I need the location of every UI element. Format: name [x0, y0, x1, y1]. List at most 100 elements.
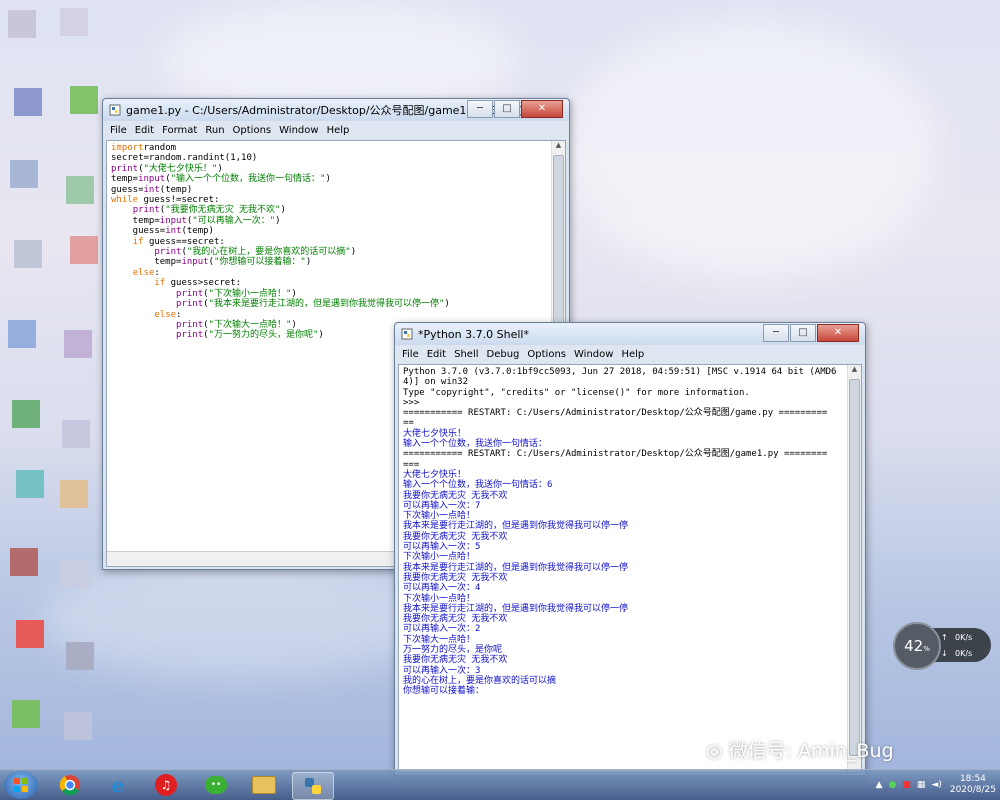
- wallpaper-cloud: [40, 560, 440, 680]
- start-button[interactable]: [4, 771, 38, 799]
- percent-unit: %: [923, 645, 930, 653]
- shell-output-line: 下次输小一点哈！: [403, 552, 476, 563]
- code-line: importrandom: [111, 143, 177, 153]
- shell-output-line: 可以再输入一次：3: [403, 665, 481, 676]
- close-button[interactable]: ✕: [817, 324, 859, 342]
- shell-output-line: 大佬七夕快乐！: [403, 428, 467, 439]
- shell-window[interactable]: *Python 3.7.0 Shell* ─ □ ✕ File Edit Shell…: [394, 322, 866, 776]
- shell-output-line: 下次输小一点哈！: [403, 593, 476, 604]
- minimize-button[interactable]: ─: [467, 100, 493, 118]
- shell-output-line: 可以再输入一次：7: [403, 500, 481, 511]
- python-shell-icon: [401, 328, 413, 340]
- code-line: if guess>secret:: [154, 278, 242, 289]
- show-hidden-icons-icon[interactable]: ▲: [876, 780, 883, 790]
- shell-output-line: =========== RESTART: C:/Users/Administra…: [403, 449, 828, 460]
- minimize-button[interactable]: ─: [763, 324, 789, 342]
- shell-menu-help[interactable]: Help: [621, 349, 644, 360]
- shell-output-line: 下次输小一点哈！: [403, 511, 476, 522]
- shell-output-line: 大佬七夕快乐！: [403, 469, 467, 480]
- netease-music-icon[interactable]: ♫: [146, 772, 186, 798]
- code-line: secret=random.randint(1,10): [111, 153, 258, 164]
- shell-output-line: 我的心在树上，要是你喜欢的话可以摘: [403, 675, 557, 686]
- download-unit: K/s: [960, 649, 973, 658]
- code-line: else:: [154, 309, 182, 320]
- shell-title: *Python 3.7.0 Shell*: [418, 327, 529, 341]
- shell-titlebar[interactable]: *Python 3.7.0 Shell* ─ □ ✕: [395, 323, 865, 345]
- maximize-button[interactable]: □: [494, 100, 520, 118]
- shell-menu-file[interactable]: File: [402, 349, 419, 360]
- code-line: print("我要你无病无灾 无我不欢"): [132, 205, 286, 216]
- download-arrow-icon: ↓: [941, 649, 948, 658]
- clock-date: 2020/8/25: [949, 785, 996, 795]
- shell-vertical-scrollbar[interactable]: ▲: [847, 365, 861, 772]
- editor-menu-options[interactable]: Options: [233, 125, 272, 136]
- shell-output-line: 我要你无病无灾 无我不欢: [403, 490, 508, 501]
- close-button[interactable]: ✕: [521, 100, 563, 118]
- shell-output-line: 你想输可以接着输：: [403, 686, 485, 697]
- antivirus-tray-icon[interactable]: ■: [902, 780, 911, 790]
- upload-unit: K/s: [960, 633, 973, 642]
- shell-output-line: =========== RESTART: C:/Users/Administra…: [403, 408, 828, 419]
- shell-output-line: 可以再输入一次：4: [403, 583, 481, 594]
- editor-menu-help[interactable]: Help: [327, 125, 350, 136]
- memory-usage-gauge[interactable]: 42%: [893, 622, 941, 670]
- network-tray-icon[interactable]: ▦: [917, 780, 926, 790]
- shell-menu-debug[interactable]: Debug: [487, 349, 520, 360]
- volume-tray-icon[interactable]: ◄): [931, 780, 941, 790]
- clock[interactable]: 18:54 2020/8/25: [950, 774, 996, 796]
- editor-menu-file[interactable]: File: [110, 125, 127, 136]
- memory-percent: 42: [904, 637, 924, 655]
- scroll-up-arrow-icon[interactable]: ▲: [848, 365, 861, 377]
- shell-output-line: 可以再输入一次：2: [403, 624, 481, 635]
- shell-output-line: 下次输大一点哈！: [403, 634, 476, 645]
- code-line: print("大佬七夕快乐！"): [111, 163, 223, 174]
- code-line: guess=int(temp): [111, 184, 193, 195]
- editor-menubar: File Edit Format Run Options Window Help: [103, 121, 569, 139]
- pixelated-desktop-icons: [0, 0, 100, 770]
- shell-output-line: 输入一个个位数，我送你一句情话：6: [403, 480, 553, 491]
- shell-output-line: >>>: [403, 397, 420, 408]
- shell-output-line: ==: [403, 418, 414, 429]
- internet-explorer-icon[interactable]: e: [98, 772, 138, 798]
- shell-output-line: 我要你无病无灾 无我不欢: [403, 614, 508, 625]
- shell-output-line: 我要你无病无灾 无我不欢: [403, 655, 508, 666]
- wechat-watermark-icon: ◎: [706, 740, 723, 762]
- chrome-icon[interactable]: [50, 772, 90, 798]
- shell-output-line: ===: [403, 459, 420, 470]
- shell-menu-window[interactable]: Window: [574, 349, 613, 360]
- editor-menu-edit[interactable]: Edit: [135, 125, 154, 136]
- shell-output-line: 4)] on win32: [403, 377, 469, 388]
- network-speed-widget[interactable]: ↑ 0K/s ↓ 0K/s 42%: [893, 622, 993, 670]
- watermark-text: 微信号: Amin_Bug: [728, 740, 894, 762]
- scroll-up-arrow-icon[interactable]: ▲: [552, 141, 565, 153]
- shell-menu-options[interactable]: Options: [527, 349, 566, 360]
- wechat-watermark: ◎ 微信号: Amin_Bug: [706, 736, 894, 763]
- shell-menu-edit[interactable]: Edit: [427, 349, 446, 360]
- shell-output-area[interactable]: Python 3.7.0 (v3.7.0:1bf9cc5093, Jun 27 …: [398, 364, 862, 773]
- shell-menu-shell[interactable]: Shell: [454, 349, 478, 360]
- code-line: if guess==secret:: [132, 236, 225, 247]
- shell-output-line: 我要你无病无灾 无我不欢: [403, 531, 508, 542]
- shell-menubar: File Edit Shell Debug Options Window Help: [395, 345, 865, 363]
- wechat-icon[interactable]: ••: [196, 772, 236, 798]
- code-text[interactable]: importrandom secret=random.randint(1,10) p…: [107, 141, 565, 343]
- maximize-button[interactable]: □: [790, 324, 816, 342]
- editor-menu-window[interactable]: Window: [279, 125, 318, 136]
- scrollbar-thumb[interactable]: [849, 379, 860, 756]
- file-explorer-icon[interactable]: [244, 772, 284, 798]
- upload-arrow-icon: ↑: [941, 633, 948, 642]
- code-line: print("我的心在树上，要是你喜欢的话可以摘"): [154, 247, 357, 258]
- shell-output-line: 输入一个个位数，我送你一句情话：: [403, 439, 548, 450]
- wechat-tray-icon[interactable]: ●: [889, 780, 897, 790]
- code-line: guess=int(temp): [111, 226, 214, 237]
- code-line: temp=input("输入一个个位数，我送你一句情话："): [111, 174, 331, 185]
- python-idle-icon[interactable]: [292, 772, 334, 800]
- windows-logo-icon: [14, 778, 28, 792]
- editor-menu-format[interactable]: Format: [162, 125, 197, 136]
- shell-output-line: 可以再输入一次：5: [403, 542, 481, 553]
- shell-text[interactable]: Python 3.7.0 (v3.7.0:1bf9cc5093, Jun 27 …: [399, 365, 861, 699]
- editor-menu-run[interactable]: Run: [205, 125, 224, 136]
- system-tray: ▲ ● ■ ▦ ◄) 18:54 2020/8/25: [876, 770, 996, 800]
- wallpaper-cloud: [560, 20, 940, 280]
- editor-titlebar[interactable]: game1.py - C:/Users/Administrator/Deskto…: [103, 99, 569, 121]
